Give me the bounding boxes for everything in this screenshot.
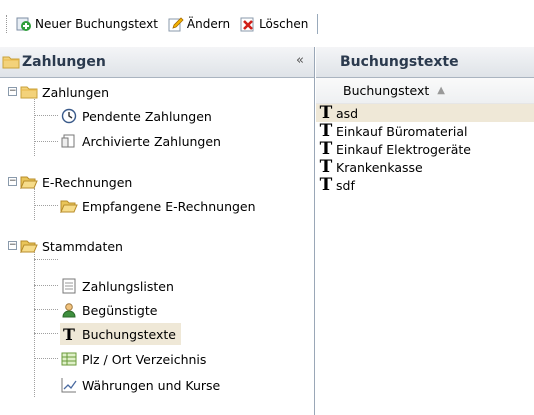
- list-item-label: sdf: [336, 177, 355, 193]
- tree-label: Plz / Ort Verzeichnis: [82, 351, 207, 367]
- list-item[interactable]: T Einkauf Elektrogeräte: [316, 140, 534, 158]
- navigation-panel: Zahlungen « − Zahlungen Pendente Zahlung…: [0, 47, 315, 415]
- toolbar: Neuer Buchungstext Ändern Löschen: [0, 0, 534, 47]
- delete-label: Löschen: [259, 16, 309, 31]
- list-item-label: asd: [336, 105, 359, 121]
- list-item[interactable]: T Krankenkasse: [316, 158, 534, 176]
- new-booking-text-button[interactable]: Neuer Buchungstext: [13, 13, 161, 35]
- text-icon: T: [319, 157, 333, 177]
- tree-item-buchungstexte[interactable]: T Buchungstexte: [60, 323, 181, 345]
- edit-button[interactable]: Ändern: [165, 13, 233, 35]
- navigation-tree: − Zahlungen Pendente Zahlungen Archivier…: [0, 78, 314, 397]
- folder-icon: [2, 54, 20, 70]
- column-header-label: Buchungstext: [343, 83, 430, 98]
- tree-label: Stammdaten: [42, 238, 123, 254]
- toolbar-separator: [317, 13, 319, 34]
- archive-icon: [60, 133, 78, 149]
- tree-label: Begünstigte: [82, 302, 158, 318]
- tree-item-zahlungen[interactable]: Zahlungen: [20, 81, 109, 103]
- tree-label: Zahlungen: [42, 84, 110, 100]
- tree-label: Pendente Zahlungen: [82, 108, 212, 124]
- content-panel: Buchungstexte Buchungstext ▲ Tasd T Einkau…: [316, 47, 534, 415]
- navigation-panel-header: Zahlungen «: [0, 47, 314, 78]
- open-folder-icon: [20, 238, 38, 254]
- tree-label: Zahlungslisten: [82, 278, 174, 294]
- booking-text-list: Tasd T Einkauf Büromaterial T Einkauf Elektr…: [316, 104, 534, 194]
- list-item-label: Einkauf Elektrogeräte: [336, 141, 471, 157]
- table-icon: [60, 351, 78, 367]
- edit-label: Ändern: [186, 16, 231, 31]
- tree-item-archivierte-zahlungen[interactable]: Archivierte Zahlungen: [60, 130, 221, 152]
- tree-item-e-rechnungen[interactable]: E-Rechnungen: [20, 171, 132, 193]
- new-booking-text-label: Neuer Buchungstext: [35, 16, 158, 31]
- tree-item-stammdaten[interactable]: Stammdaten: [20, 235, 123, 257]
- sort-ascending-icon: ▲: [437, 85, 445, 96]
- list-item[interactable]: Tsdf: [316, 176, 534, 194]
- tree-label: Archivierte Zahlungen: [82, 133, 221, 149]
- tree-item-empfangene-e-rechnungen[interactable]: Empfangene E-Rechnungen: [60, 195, 256, 217]
- tree-item-plz-ort-verzeichnis[interactable]: Plz / Ort Verzeichnis: [60, 348, 206, 370]
- collapse-zahlungen-toggle[interactable]: −: [8, 87, 17, 96]
- open-folder-icon: [20, 174, 38, 190]
- collapse-stammdaten-toggle[interactable]: −: [8, 241, 17, 250]
- list-document-icon: [60, 278, 78, 294]
- list-item-label: Krankenkasse: [336, 159, 423, 175]
- chart-icon: [60, 377, 78, 393]
- text-icon: T: [319, 139, 333, 159]
- toolbar-grip[interactable]: [6, 14, 9, 33]
- text-icon: T: [319, 103, 333, 123]
- text-icon: T: [63, 324, 75, 344]
- tree-label: Währungen und Kurse: [82, 377, 221, 393]
- navigation-panel-title: Zahlungen: [22, 54, 106, 70]
- tree-item-zahlungslisten[interactable]: Zahlungslisten: [60, 275, 174, 297]
- list-item[interactable]: T Einkauf Büromaterial: [316, 122, 534, 140]
- collapse-erechnungen-toggle[interactable]: −: [8, 177, 17, 186]
- tree-item-beguenstigte[interactable]: Begünstigte: [60, 299, 157, 321]
- tree-label: E-Rechnungen: [42, 174, 133, 190]
- pencil-icon: [168, 16, 184, 32]
- tree-item-pendente-zahlungen[interactable]: Pendente Zahlungen: [60, 105, 212, 127]
- clock-icon: [60, 108, 78, 124]
- delete-button[interactable]: Löschen: [237, 13, 311, 35]
- text-icon: T: [319, 121, 333, 141]
- delete-icon: [240, 16, 256, 32]
- column-header-buchungstext[interactable]: Buchungstext ▲: [316, 78, 534, 104]
- add-icon: [16, 16, 32, 32]
- list-item-label: Einkauf Büromaterial: [336, 123, 468, 139]
- open-folder-icon: [60, 198, 78, 214]
- open-folder-icon: [20, 84, 38, 100]
- tree-item-waehrungen-und-kurse[interactable]: Währungen und Kurse: [60, 374, 220, 396]
- content-panel-title: Buchungstexte: [340, 54, 459, 70]
- tree-label: Empfangene E-Rechnungen: [82, 198, 256, 214]
- list-item[interactable]: Tasd: [316, 104, 534, 122]
- person-icon: [60, 302, 78, 318]
- content-panel-header: Buchungstexte: [316, 47, 534, 78]
- collapse-panel-icon[interactable]: «: [296, 53, 304, 68]
- tree-label: Buchungstexte: [82, 326, 176, 342]
- text-icon: T: [319, 175, 333, 195]
